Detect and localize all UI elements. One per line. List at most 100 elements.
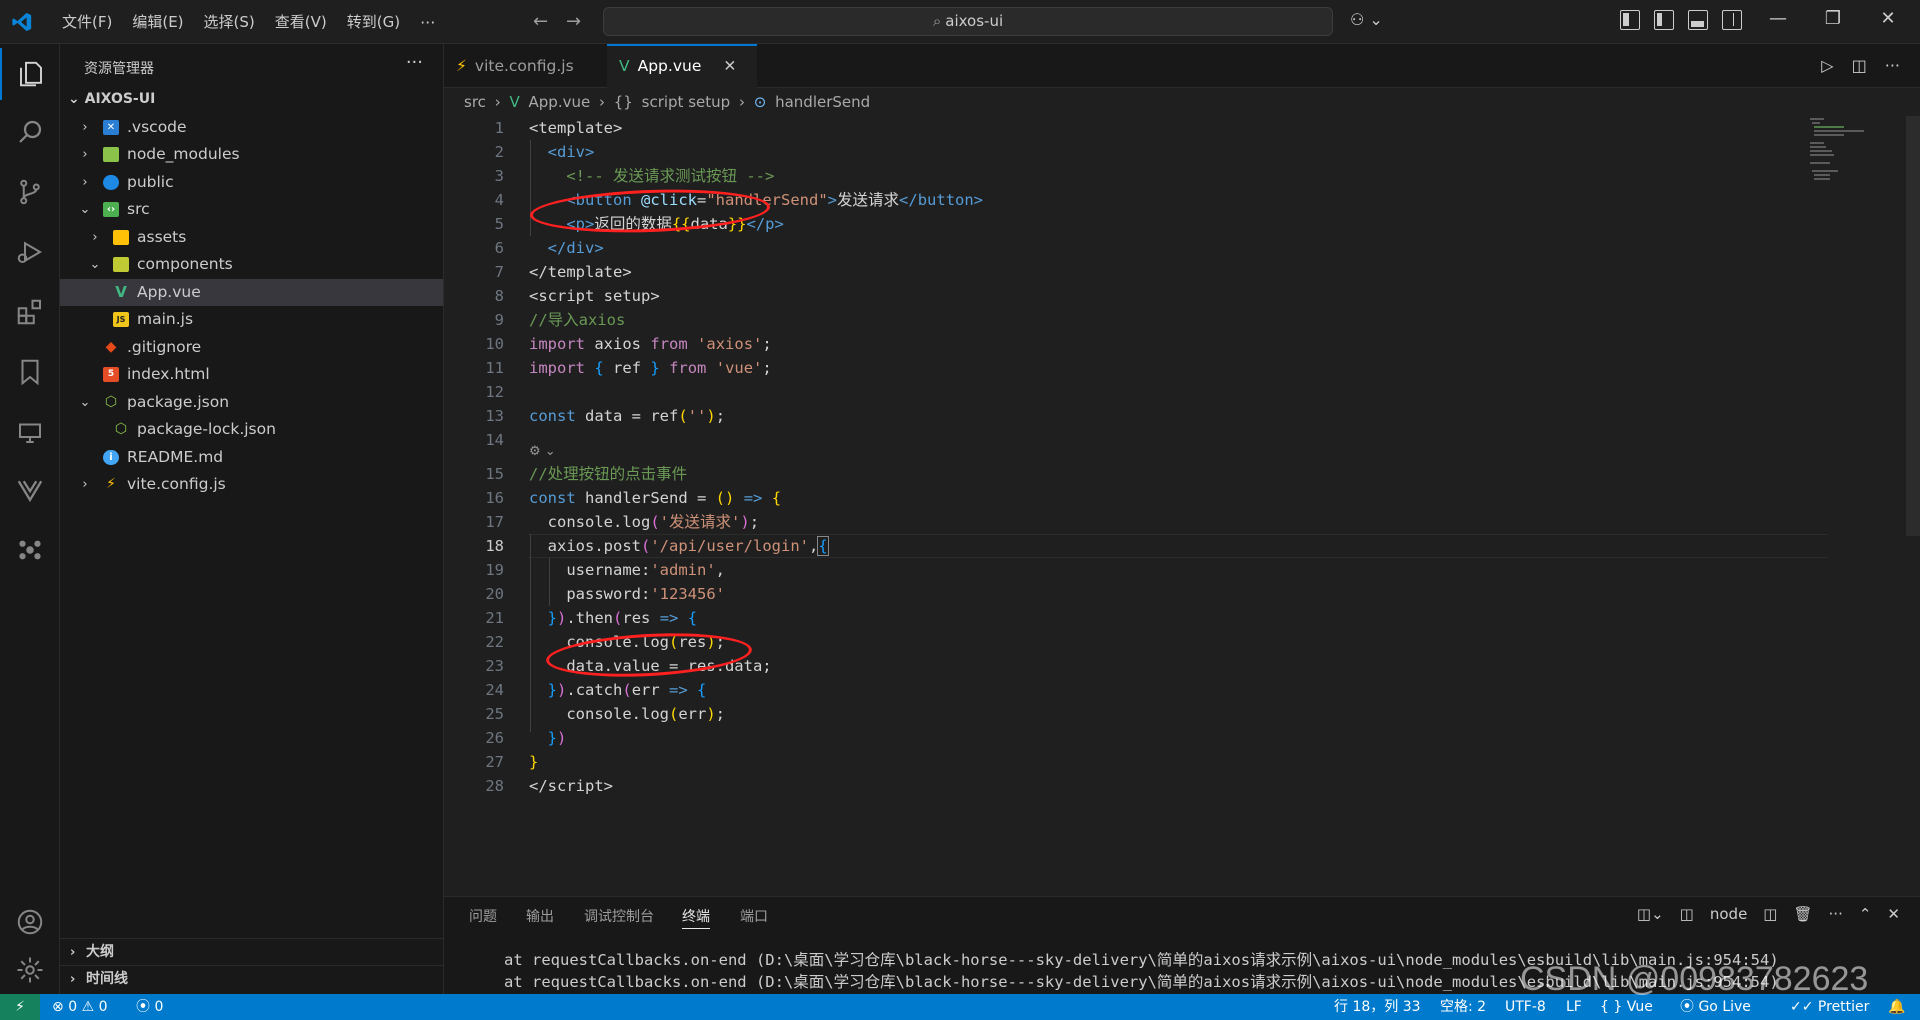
trash-icon[interactable]: 🗑 bbox=[1793, 905, 1812, 923]
panel-tab-terminal[interactable]: 终端 bbox=[682, 905, 710, 929]
run-debug-icon[interactable] bbox=[0, 226, 60, 278]
tree-item-label: index.html bbox=[127, 365, 210, 383]
menu-edit[interactable]: 编辑(E) bbox=[122, 0, 193, 44]
menu-file[interactable]: 文件(F) bbox=[52, 0, 122, 44]
line-number: 9 bbox=[494, 311, 504, 329]
copilot-icon[interactable]: ⚇ ⌄ bbox=[1350, 10, 1383, 29]
code-editor[interactable]: 1 2 3 4 5 6 7 8 9 10 11 12 13 14 15 16 1… bbox=[444, 116, 1920, 896]
tree-item-public[interactable]: › public bbox=[60, 169, 443, 196]
outline-section[interactable]: › 大纲 bbox=[60, 938, 443, 965]
breadcrumb-src[interactable]: src bbox=[464, 93, 486, 111]
tab-vite-config[interactable]: ⚡ vite.config.js bbox=[444, 44, 606, 88]
notifications-icon[interactable]: 🔔 bbox=[1888, 994, 1905, 1020]
panel-tab-debug-console[interactable]: 调试控制台 bbox=[584, 905, 654, 929]
tree-item-label: .vscode bbox=[127, 118, 187, 136]
tree-item-readme[interactable]: i README.md bbox=[60, 444, 443, 471]
tree-item-package-lock-json[interactable]: ⬡ package-lock.json bbox=[60, 416, 443, 443]
line-number: 1 bbox=[494, 119, 504, 137]
tree-item-label: .gitignore bbox=[127, 338, 202, 356]
explorer-icon[interactable] bbox=[0, 48, 60, 100]
prettier-label: Prettier bbox=[1817, 999, 1870, 1015]
close-tab-icon[interactable]: ✕ bbox=[723, 46, 736, 86]
editor-scrollbar[interactable] bbox=[1906, 116, 1920, 536]
toggle-secondary-sidebar-icon[interactable] bbox=[1722, 10, 1742, 30]
codelens-icon[interactable]: ⚙ ⌄ bbox=[529, 444, 556, 459]
gitlens-icon[interactable] bbox=[0, 524, 60, 576]
remote-indicator-icon[interactable]: ⚡ bbox=[0, 994, 40, 1020]
minimap[interactable] bbox=[1810, 116, 1910, 186]
menu-view[interactable]: 查看(V) bbox=[265, 0, 337, 44]
menu-more-icon[interactable]: ··· bbox=[410, 13, 445, 32]
tree-item-label: vite.config.js bbox=[127, 475, 226, 493]
settings-gear-icon[interactable] bbox=[0, 944, 60, 996]
tree-item-label: package-lock.json bbox=[137, 420, 276, 438]
toggle-panel-icon[interactable] bbox=[1688, 10, 1708, 30]
menu-selection[interactable]: 选择(S) bbox=[194, 0, 265, 44]
restore-icon[interactable]: ❐ bbox=[1818, 8, 1848, 29]
tree-item-main-js[interactable]: JS main.js bbox=[60, 306, 443, 333]
source-control-icon[interactable] bbox=[0, 166, 60, 218]
breadcrumb-sep: › bbox=[494, 93, 501, 111]
cursor-position[interactable]: 行 18，列 33 bbox=[1334, 994, 1421, 1020]
more-icon[interactable]: ··· bbox=[1829, 905, 1843, 923]
problems-status[interactable]: ⊗ 0 ⚠ 0 bbox=[52, 994, 108, 1020]
tree-item-label: App.vue bbox=[137, 283, 201, 301]
tree-item-label: node_modules bbox=[127, 145, 240, 163]
back-arrow-icon[interactable]: ← bbox=[533, 11, 548, 32]
toggle-primary-sidebar-icon[interactable] bbox=[1654, 10, 1674, 30]
bookmarks-icon[interactable] bbox=[0, 346, 60, 398]
tree-item-package-json[interactable]: ⌄ ⬡ package.json bbox=[60, 389, 443, 416]
tree-item-gitignore[interactable]: ◆ .gitignore bbox=[60, 334, 443, 361]
accounts-icon[interactable] bbox=[0, 896, 60, 948]
tree-item-assets[interactable]: › assets bbox=[60, 224, 443, 251]
line-number: 22 bbox=[485, 633, 504, 651]
indentation-status[interactable]: 空格: 2 bbox=[1440, 994, 1486, 1020]
command-center-search[interactable]: ⌕ aixos-ui bbox=[603, 7, 1333, 36]
search-icon: ⌕ bbox=[932, 12, 942, 30]
panel-tab-output[interactable]: 输出 bbox=[526, 905, 554, 929]
tree-item-src[interactable]: ⌄ ‹› src bbox=[60, 196, 443, 223]
tree-item-components[interactable]: ⌄ components bbox=[60, 251, 443, 278]
tree-item-vite-config[interactable]: › ⚡ vite.config.js bbox=[60, 471, 443, 498]
tree-item-node-modules[interactable]: › node_modules bbox=[60, 141, 443, 168]
tree-item-index-html[interactable]: 5 index.html bbox=[60, 361, 443, 388]
panel-tab-ports[interactable]: 端口 bbox=[740, 905, 768, 929]
maximize-panel-icon[interactable]: ⌃ bbox=[1859, 905, 1872, 923]
tree-item-vscode[interactable]: › ✕ .vscode bbox=[60, 114, 443, 141]
chevron-right-icon: › bbox=[82, 477, 88, 492]
breadcrumb-function[interactable]: handlerSend bbox=[775, 93, 870, 111]
code-line: username:'admin', bbox=[566, 561, 725, 579]
workspace-root[interactable]: ⌄ AIXOS-UI bbox=[68, 91, 155, 107]
run-icon[interactable]: ▷ bbox=[1821, 56, 1833, 75]
more-actions-icon[interactable]: ··· bbox=[1885, 56, 1900, 75]
tree-item-label: public bbox=[127, 173, 174, 191]
tab-label: vite.config.js bbox=[474, 57, 574, 75]
tree-item-app-vue[interactable]: V App.vue bbox=[60, 279, 443, 306]
remote-explorer-icon[interactable] bbox=[0, 406, 60, 458]
ports-status[interactable]: ⦿ 0 bbox=[136, 994, 163, 1020]
code-line: console.log('发送请求'); bbox=[547, 513, 760, 531]
explorer-more-icon[interactable]: ··· bbox=[406, 52, 423, 73]
minimize-icon[interactable]: — bbox=[1763, 8, 1793, 29]
code-line: <!-- 发送请求测试按钮 --> bbox=[566, 167, 775, 185]
vue-icon: V bbox=[619, 57, 630, 75]
breadcrumb-script[interactable]: script setup bbox=[642, 93, 731, 111]
timeline-section[interactable]: › 时间线 bbox=[60, 965, 443, 992]
customize-layout-icon[interactable] bbox=[1620, 10, 1640, 30]
breadcrumb-file[interactable]: App.vue bbox=[529, 93, 591, 111]
new-terminal-layout-icon[interactable]: ◫⌄ bbox=[1637, 905, 1664, 923]
close-panel-icon[interactable]: ✕ bbox=[1887, 905, 1900, 923]
panel-tab-problems[interactable]: 问题 bbox=[469, 905, 497, 929]
menu-go[interactable]: 转到(G) bbox=[337, 0, 410, 44]
split-editor-icon[interactable]: ◫ bbox=[1852, 56, 1867, 75]
extensions-icon[interactable] bbox=[0, 286, 60, 338]
line-number: 28 bbox=[485, 777, 504, 795]
tab-app-vue[interactable]: V App.vue ✕ bbox=[607, 44, 757, 88]
forward-arrow-icon[interactable]: → bbox=[566, 11, 581, 32]
search-view-icon[interactable] bbox=[0, 106, 60, 158]
terminal-name[interactable]: node bbox=[1710, 905, 1747, 923]
vue-devtools-icon[interactable] bbox=[0, 464, 60, 516]
split-terminal-icon[interactable]: ◫ bbox=[1763, 905, 1777, 923]
src-folder-icon: ‹› bbox=[103, 202, 119, 217]
close-window-icon[interactable]: ✕ bbox=[1873, 8, 1903, 29]
